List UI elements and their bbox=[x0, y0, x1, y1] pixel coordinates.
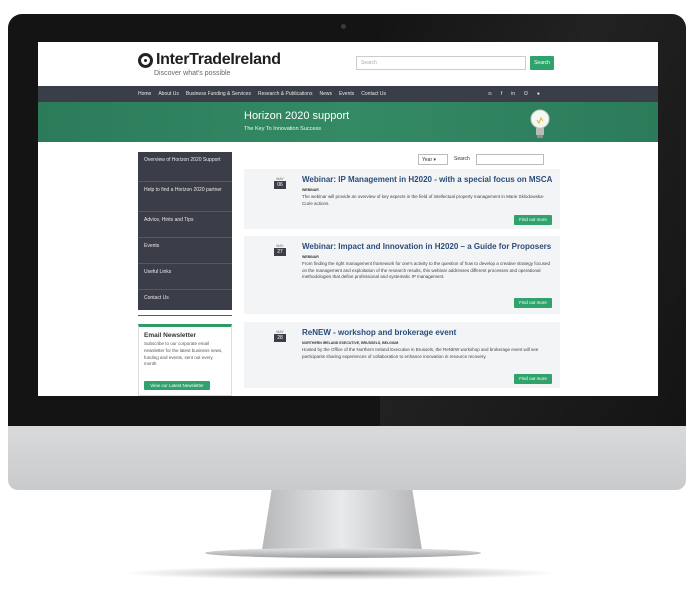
nav-events[interactable]: Events bbox=[339, 91, 354, 97]
event-category: WEBINAR bbox=[302, 255, 319, 259]
user-icon[interactable]: ● bbox=[537, 91, 540, 97]
monitor-stand-neck bbox=[262, 490, 422, 550]
logo[interactable]: InterTradeIreland bbox=[138, 51, 281, 69]
find-out-more-button[interactable]: Find out more bbox=[514, 215, 552, 225]
event-card: MAY 27 Webinar: Impact and Innovation in… bbox=[244, 236, 560, 314]
nav-contact[interactable]: Contact Us bbox=[361, 91, 386, 97]
nav-business-funding[interactable]: Business Funding & Services bbox=[186, 91, 251, 97]
event-card: MAY 28 ReNEW - workshop and brokerage ev… bbox=[244, 322, 560, 388]
lightbulb-icon bbox=[530, 109, 550, 138]
event-category: WEBINAR bbox=[302, 188, 319, 192]
event-category: NORTHERN IRELAND EXECUTIVE, BRUSSELS, BE… bbox=[302, 341, 399, 345]
event-description: Hosted by the Office of the Northern Ire… bbox=[302, 347, 539, 359]
search-input[interactable]: Search bbox=[356, 56, 526, 70]
date-badge: MAY 27 bbox=[274, 244, 286, 256]
facebook-icon[interactable]: f bbox=[501, 91, 502, 97]
sidebar-item-events[interactable]: Events bbox=[138, 238, 232, 264]
sidebar-item-overview[interactable]: Overview of Horizon 2020 Support bbox=[138, 152, 232, 182]
page-subtitle: The Key To Innovation Success bbox=[244, 126, 321, 132]
sidebar-item-find-partner[interactable]: Help to find a Horizon 2020 partner bbox=[138, 182, 232, 212]
sidebar-item-useful-links[interactable]: Useful Links bbox=[138, 264, 232, 290]
rss-icon[interactable]: ℧ bbox=[524, 91, 528, 97]
year-select[interactable]: Year ▾ bbox=[418, 153, 448, 165]
main-nav: Home About Us Business Funding & Service… bbox=[38, 86, 658, 102]
event-filter: Year ▾ Search bbox=[418, 153, 544, 165]
search-button[interactable]: Search bbox=[530, 56, 554, 70]
page-title: Horizon 2020 support bbox=[244, 110, 350, 122]
nav-news[interactable]: News bbox=[319, 91, 332, 97]
sidebar: Overview of Horizon 2020 Support Help to… bbox=[138, 152, 232, 316]
event-title[interactable]: Webinar: Impact and Innovation in H2020 … bbox=[302, 242, 551, 251]
stand-shadow bbox=[120, 566, 560, 580]
event-description: The webinar will provide an overview of … bbox=[302, 194, 545, 206]
event-title[interactable]: Webinar: IP Management in H2020 - with a… bbox=[302, 175, 552, 184]
filter-search-label: Search bbox=[454, 156, 470, 162]
view-newsletter-button[interactable]: View our Latest Newsletter bbox=[144, 381, 210, 390]
newsletter-title: Email Newsletter bbox=[144, 332, 197, 339]
event-card: MAY 06 Webinar: IP Management in H2020 -… bbox=[244, 169, 560, 229]
year-select-value: Year bbox=[422, 156, 433, 163]
date-badge: MAY 28 bbox=[274, 330, 286, 342]
nav-home[interactable]: Home bbox=[138, 91, 151, 97]
nav-research[interactable]: Research & Publications bbox=[258, 91, 312, 97]
monitor-stand-foot bbox=[205, 548, 481, 558]
date-day: 27 bbox=[274, 248, 286, 256]
logo-text: InterTradeIreland bbox=[156, 51, 281, 68]
find-out-more-button[interactable]: Find out more bbox=[514, 298, 552, 308]
event-description: From finding the right management framew… bbox=[302, 261, 550, 280]
newsletter-text: Subscribe to our corporate email newslet… bbox=[144, 341, 223, 367]
nav-about[interactable]: About Us bbox=[158, 91, 179, 97]
find-out-more-button[interactable]: Find out more bbox=[514, 374, 552, 384]
filter-search-input[interactable] bbox=[475, 153, 544, 165]
page-banner: Horizon 2020 support The Key To Innovati… bbox=[38, 102, 658, 142]
camera-icon bbox=[341, 24, 346, 29]
social-links: 𝕟 f in ℧ ● bbox=[488, 86, 540, 102]
date-day: 06 bbox=[274, 181, 286, 189]
site-header: InterTradeIreland Discover what's possib… bbox=[38, 42, 658, 86]
tagline: Discover what's possible bbox=[154, 70, 231, 77]
newsletter-panel: Email Newsletter Subscribe to our corpor… bbox=[138, 324, 232, 396]
linkedin-icon[interactable]: in bbox=[511, 91, 515, 97]
event-title[interactable]: ReNEW - workshop and brokerage event bbox=[302, 328, 456, 337]
monitor-chin bbox=[8, 426, 686, 490]
monitor-screen: InterTradeIreland Discover what's possib… bbox=[38, 42, 658, 396]
sidebar-item-advice[interactable]: Advice, Hints and Tips bbox=[138, 212, 232, 238]
twitter-icon[interactable]: 𝕟 bbox=[488, 91, 492, 97]
date-badge: MAY 06 bbox=[274, 177, 286, 189]
sidebar-item-contact[interactable]: Contact Us bbox=[138, 290, 232, 316]
logo-mark-icon bbox=[138, 52, 153, 68]
date-day: 28 bbox=[274, 334, 286, 342]
